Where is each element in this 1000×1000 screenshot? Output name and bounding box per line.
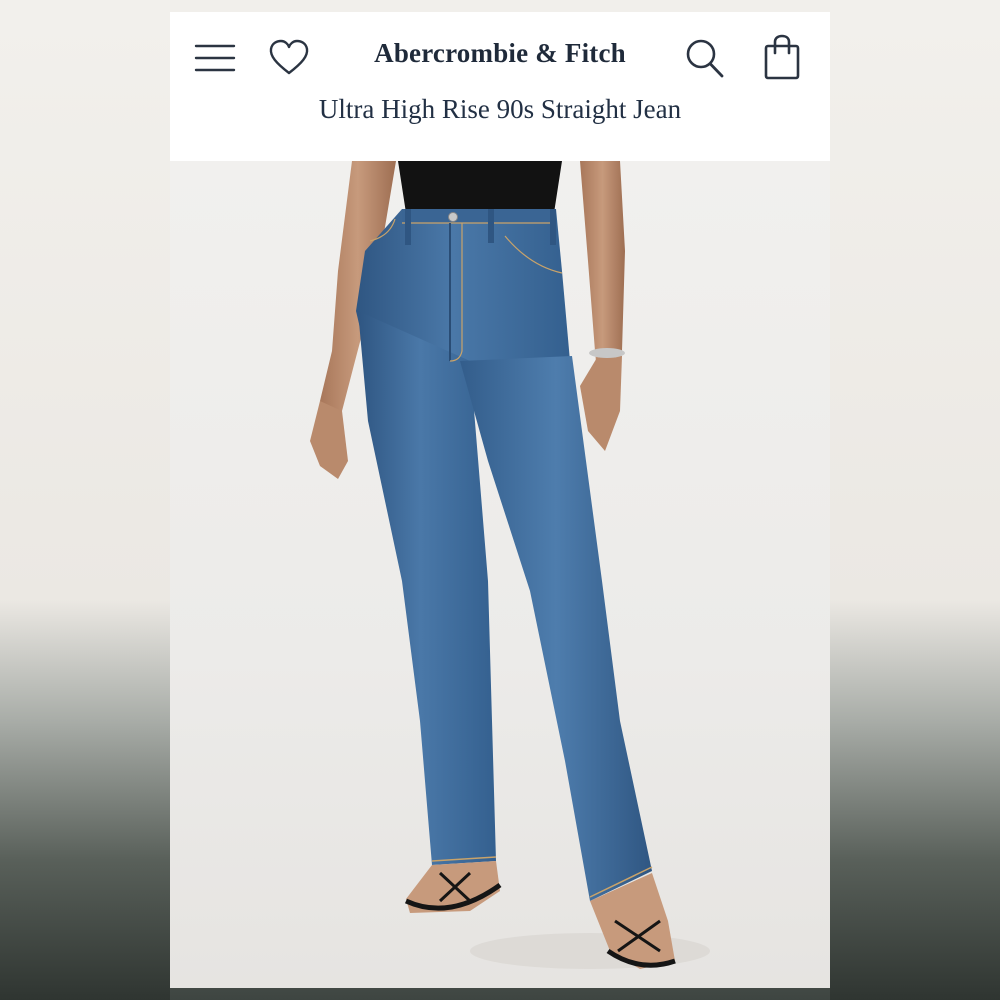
site-header: Abercrombie & Fitch Ultra High Rise 90s …	[170, 12, 830, 161]
right-blurred-border	[830, 0, 1000, 1000]
left-blurred-border	[0, 0, 170, 1000]
brand-logo[interactable]: Abercrombie & Fitch	[330, 38, 670, 69]
product-title: Ultra High Rise 90s Straight Jean	[318, 94, 682, 124]
hamburger-menu-icon[interactable]	[194, 38, 236, 78]
phone-screen: Abercrombie & Fitch Ultra High Rise 90s …	[170, 12, 830, 988]
black-top	[398, 161, 562, 213]
search-icon[interactable]	[684, 36, 726, 80]
shopping-bag-icon[interactable]	[762, 34, 802, 82]
heart-icon[interactable]	[268, 38, 310, 78]
right-hand	[580, 356, 622, 451]
left-hand	[310, 401, 348, 479]
product-image[interactable]	[170, 161, 830, 988]
